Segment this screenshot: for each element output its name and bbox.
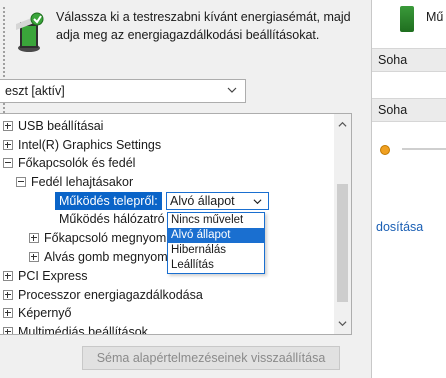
restore-defaults-button[interactable]: Séma alapértelmezéseinek visszaállítása (82, 346, 340, 370)
tree-item-lid-close[interactable]: Fedél lehajtásakor (16, 173, 133, 191)
expand-plus-icon[interactable] (3, 289, 13, 300)
background-window: Mű Soha Soha dosítása (372, 0, 446, 378)
expand-plus-icon[interactable] (3, 326, 13, 334)
on-battery-action-select[interactable]: Alvó állapot (166, 192, 269, 210)
background-row: Soha (372, 48, 446, 72)
scroll-up-icon[interactable] (338, 120, 347, 129)
expand-plus-icon[interactable] (3, 139, 13, 150)
power-options-dialog: Válassza ki a testreszabni kívánt energi… (0, 0, 372, 378)
tree-item-pci-express[interactable]: PCI Express (3, 267, 87, 285)
expand-plus-icon[interactable] (3, 120, 13, 131)
tree-item-processor[interactable]: Processzor energiagazdálkodása (3, 286, 203, 304)
on-battery-action-value: Alvó állapot (170, 194, 235, 208)
tree-item-power-buttons-lid[interactable]: Főkapcsolók és fedél (3, 154, 135, 172)
tree-item-label: PCI Express (18, 269, 88, 283)
action-dropdown-list[interactable]: Nincs művelet Alvó állapot Hibernálás Le… (167, 212, 265, 274)
power-plan-icon (16, 12, 44, 52)
tree-item-sleep-button[interactable]: Alvás gomb megnyom (29, 248, 168, 266)
background-link: dosítása (376, 220, 424, 234)
tree-item-label: Processzor energiagazdálkodása (18, 288, 203, 302)
tree-item-display[interactable]: Képernyő (3, 304, 72, 322)
expand-plus-icon[interactable] (29, 251, 39, 262)
scroll-down-icon[interactable] (338, 319, 347, 328)
tree-item-label: Fedél lehajtásakor (31, 175, 134, 189)
chevron-down-icon (253, 199, 262, 205)
dropdown-option-sleep[interactable]: Alvó állapot (168, 228, 264, 243)
tree-scrollbar[interactable] (334, 114, 351, 334)
background-title: Mű (426, 10, 444, 24)
tree-item-plugged-in[interactable]: Működés hálózatró (59, 210, 165, 228)
tree-item-label: Intel(R) Graphics Settings (18, 138, 162, 152)
power-plan-select[interactable]: eszt [aktív] (0, 79, 246, 103)
tree-item-multimedia[interactable]: Multimédiás beállítások (3, 323, 148, 335)
tree-item-label: Multimédiás beállítások (18, 325, 148, 335)
background-row-value: Soha (378, 103, 408, 117)
expand-plus-icon[interactable] (3, 307, 13, 318)
background-row: Soha (372, 98, 446, 122)
expand-plus-icon[interactable] (29, 232, 39, 243)
tree-item-label: Alvás gomb megnyom (44, 250, 168, 264)
expand-plus-icon[interactable] (3, 270, 13, 281)
tree-item-usb[interactable]: USB beállításai (3, 117, 103, 135)
scrollbar-thumb[interactable] (337, 184, 348, 302)
tree-item-label: Képernyő (18, 306, 72, 320)
slider-handle (380, 145, 390, 155)
tree-item-power-button[interactable]: Főkapcsoló megnyom (29, 229, 166, 247)
dropdown-option-no-action[interactable]: Nincs művelet (168, 213, 264, 228)
dropdown-option-shutdown[interactable]: Leállítás (168, 258, 264, 273)
tree-item-label: Főkapcsoló megnyom (44, 231, 167, 245)
tree-item-label: USB beállításai (18, 119, 104, 133)
slider-track (402, 148, 446, 150)
background-row-value: Soha (378, 53, 408, 67)
chevron-down-icon (227, 87, 237, 93)
collapse-minus-icon[interactable] (16, 176, 26, 187)
tree-item-label: Főkapcsolók és fedél (18, 156, 136, 170)
dropdown-option-hibernate[interactable]: Hibernálás (168, 243, 264, 258)
tree-item-on-battery[interactable]: Működés telepről: (55, 192, 162, 210)
collapse-minus-icon[interactable] (3, 157, 13, 168)
header-description: Válassza ki a testreszabni kívánt energi… (56, 10, 351, 42)
battery-icon (400, 6, 414, 32)
tree-item-intel-graphics[interactable]: Intel(R) Graphics Settings (3, 136, 161, 154)
power-plan-select-value: eszt [aktív] (5, 84, 65, 98)
